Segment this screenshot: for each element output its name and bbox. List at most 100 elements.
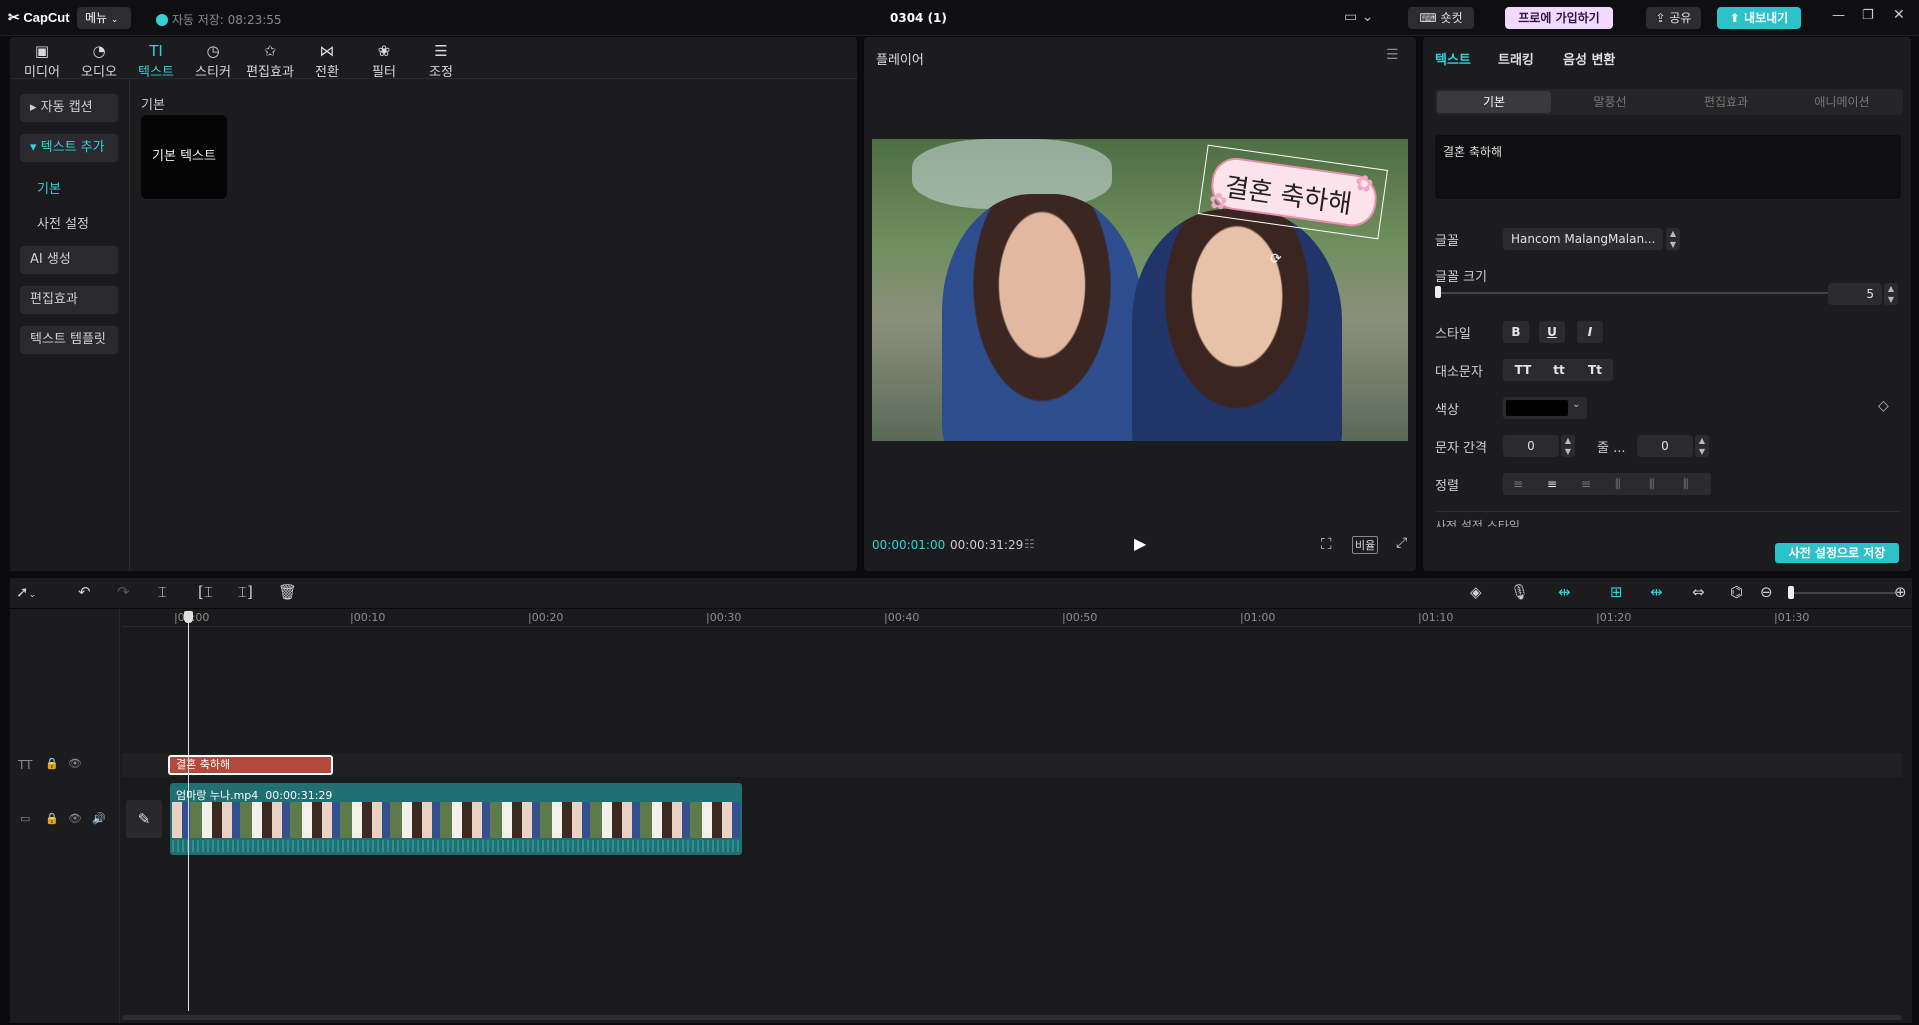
size-slider-track[interactable] [1437, 292, 1831, 294]
video-preview[interactable]: 결혼 축하해 ✿ ✿ ⟳ [872, 139, 1408, 441]
text-content-field[interactable]: 결혼 축하해 [1435, 135, 1901, 199]
line-stepper-icon[interactable]: ▲ ▼ [1695, 435, 1709, 457]
eye-icon[interactable]: 👁 [68, 757, 82, 770]
subtab-animation[interactable]: 애니메이션 [1785, 91, 1899, 113]
align-top-icon[interactable]: ⫼ [1615, 473, 1621, 495]
menu-button[interactable]: 메뉴 ⌄ [77, 7, 131, 29]
size-input[interactable]: 5 [1828, 283, 1882, 305]
minimize-icon[interactable]: — [1832, 8, 1845, 23]
align-middle-icon[interactable]: ⫼ [1649, 473, 1655, 495]
tab-media[interactable]: ▣ 미디어 [14, 41, 70, 81]
titlecase-button[interactable]: Tt [1579, 359, 1611, 381]
save-preset-button[interactable]: 사전 설정으로 저장 [1775, 543, 1899, 563]
text-track-row [122, 753, 1902, 777]
spacing-input[interactable]: 0 [1503, 435, 1559, 457]
inspector-tab-text[interactable]: 텍스트 [1435, 49, 1471, 68]
player-panel: 플레이어 ☰ 결혼 축하해 ✿ ✿ ⟳ 00:00:01:00 00:00:31… [864, 37, 1416, 571]
spacing-stepper-icon[interactable]: ▲ ▼ [1561, 435, 1575, 457]
tab-text[interactable]: TI 텍스트 [128, 41, 184, 81]
pencil-icon: ✎ [137, 810, 151, 828]
subtab-bubble[interactable]: 말풍선 [1553, 91, 1667, 113]
sidebar-item-basic[interactable]: 기본 [37, 178, 61, 197]
bold-button[interactable]: B [1503, 321, 1529, 343]
align-left-icon[interactable]: ≡ [1513, 473, 1523, 495]
tab-sticker[interactable]: ◷ 스티커 [185, 41, 241, 81]
lock-icon[interactable]: 🔒 [45, 812, 59, 825]
auto-snap-icon[interactable]: ⊞ [1610, 583, 1623, 601]
delete-icon[interactable]: 🗑 [278, 583, 297, 601]
cover-edit-button[interactable]: ✎ [126, 800, 162, 838]
timeline-scrollbar[interactable] [122, 1015, 1902, 1020]
tab-adjust[interactable]: ☰ 조정 [413, 41, 469, 81]
player-menu-icon[interactable]: ☰ [1386, 47, 1399, 63]
adjust-icon: ☰ [434, 42, 448, 60]
tab-filter[interactable]: ❀ 필터 [356, 41, 412, 81]
tab-audio[interactable]: ◔ 오디오 [71, 41, 127, 81]
close-icon[interactable]: ✕ [1893, 7, 1905, 23]
rotate-handle-icon[interactable]: ⟳ [1270, 251, 1282, 267]
microphone-icon[interactable]: 🎙 [1510, 583, 1529, 601]
inspector-tab-voice[interactable]: 음성 변환 [1563, 49, 1615, 68]
subtab-basic[interactable]: 기본 [1437, 91, 1551, 113]
underline-button[interactable]: U [1539, 321, 1565, 343]
basic-text-card[interactable]: 기본 텍스트 [141, 115, 227, 199]
trim-left-icon[interactable]: [⌶ [198, 583, 213, 601]
ratio-button[interactable]: 비율 [1352, 536, 1379, 554]
shortcut-button[interactable]: ⌨ 숏컷 [1408, 7, 1474, 29]
fullscreen-icon[interactable]: ⤢ [1396, 535, 1407, 551]
text-clip[interactable]: 결혼 축하해 [168, 755, 333, 775]
restore-icon[interactable]: ❐ [1862, 8, 1874, 23]
align-center-icon[interactable]: ≡ [1547, 473, 1557, 495]
export-button[interactable]: ⬆ 내보내기 [1717, 7, 1801, 29]
speaker-icon[interactable]: 🔊 [92, 812, 106, 825]
eye-icon[interactable]: 👁 [68, 812, 82, 825]
preview-axis-icon[interactable]: ⇔ [1692, 583, 1705, 601]
color-picker[interactable]: ⌄ [1503, 397, 1587, 419]
sidebar-item-preset[interactable]: 사전 설정 [37, 213, 89, 232]
linkage-icon[interactable]: ⇹ [1650, 583, 1663, 601]
undo-icon[interactable]: ↶ [78, 583, 91, 601]
sidebar-item-auto-caption[interactable]: ▸ 자동 캡션 [20, 94, 118, 122]
inspector-tab-tracking[interactable]: 트래킹 [1498, 49, 1534, 68]
split-icon[interactable]: ⌶ [158, 583, 167, 601]
keyframe-icon[interactable]: ◇ [1878, 398, 1889, 414]
share-button[interactable]: ⇪ 공유 [1646, 7, 1701, 29]
redo-icon[interactable]: ↷ [117, 583, 130, 601]
playhead[interactable] [188, 611, 189, 1011]
ai-marker-icon[interactable]: ◈ [1470, 583, 1482, 601]
playhead-handle[interactable] [184, 611, 193, 623]
spacing-label: 문자 간격 [1435, 441, 1487, 456]
tab-effects[interactable]: ✩ 편집효과 [242, 41, 298, 81]
font-select[interactable]: Hancom MalangMalan... [1503, 228, 1663, 250]
video-clip[interactable]: 엄마랑 누나.mp4 00:00:31:29 [170, 783, 742, 855]
size-slider-handle[interactable] [1435, 286, 1441, 298]
subtab-effects[interactable]: 편집효과 [1669, 91, 1783, 113]
size-stepper-icon[interactable]: ▲ ▼ [1884, 283, 1898, 305]
main-track-magnet-icon[interactable]: ⇹ [1558, 583, 1571, 601]
sidebar-item-add-text[interactable]: ▾ 텍스트 추가 [20, 134, 118, 162]
pro-button[interactable]: 프로에 가입하기 [1505, 7, 1613, 29]
zoom-out-icon[interactable]: ⊖ [1760, 583, 1773, 601]
timeline-settings-icon[interactable]: ⌬ [1730, 583, 1743, 601]
zoom-slider-track[interactable] [1792, 592, 1896, 594]
timecode-format-icon[interactable]: ☷ [1024, 537, 1035, 551]
select-tool-icon[interactable]: ➚⌄ [16, 583, 36, 601]
font-stepper-icon[interactable]: ▲ ▼ [1666, 228, 1680, 250]
uppercase-button[interactable]: TT [1507, 359, 1539, 381]
tab-transition[interactable]: ⋈ 전환 [299, 41, 355, 81]
zoom-in-icon[interactable]: ⊕ [1894, 583, 1907, 601]
layout-icon[interactable]: ▭ ⌄ [1344, 9, 1373, 25]
play-icon[interactable]: ▶ [1134, 534, 1146, 553]
align-bottom-icon[interactable]: ⫼ [1683, 473, 1689, 495]
align-right-icon[interactable]: ≡ [1581, 473, 1591, 495]
italic-button[interactable]: I [1577, 321, 1603, 343]
line-spacing-input[interactable]: 0 [1637, 435, 1693, 457]
sidebar-item-effects[interactable]: 편집효과 [20, 286, 118, 314]
zoom-slider-handle[interactable] [1788, 586, 1794, 599]
lock-icon[interactable]: 🔒 [45, 757, 59, 770]
trim-right-icon[interactable]: ⌶] [238, 583, 253, 601]
sidebar-item-ai[interactable]: AI 생성 [20, 246, 118, 274]
sidebar-item-templates[interactable]: 텍스트 템플릿 [20, 326, 118, 354]
screenshot-icon[interactable]: ⛶ [1321, 535, 1332, 553]
lowercase-button[interactable]: tt [1543, 359, 1575, 381]
